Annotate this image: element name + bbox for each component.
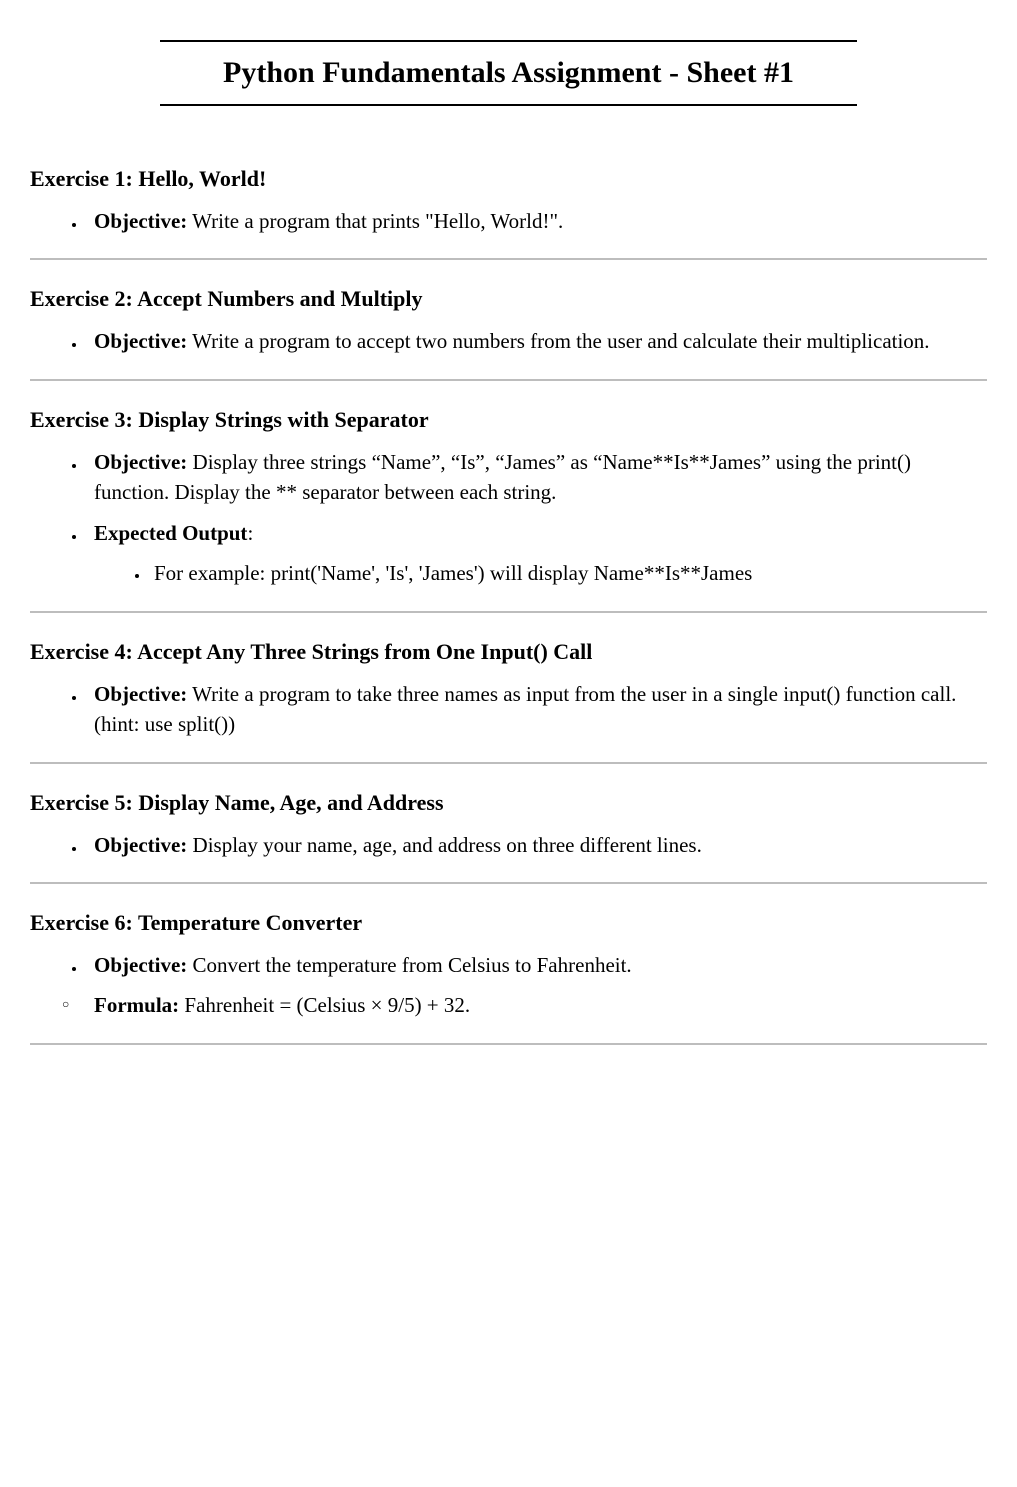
list-item: Expected Output: For example: print('Name… <box>86 518 987 589</box>
exercise-section: Exercise 1: Hello, World! Objective: Writ… <box>30 166 987 236</box>
list-item: Objective: Write a program to take three… <box>86 679 987 740</box>
section-divider <box>30 762 987 764</box>
exercise-list: Objective: Display three strings “Name”,… <box>30 447 987 589</box>
section-divider <box>30 882 987 884</box>
section-divider <box>30 379 987 381</box>
item-label: Expected Output <box>94 521 247 545</box>
exercise-section: Exercise 6: Temperature Converter Objecti… <box>30 910 987 1021</box>
title-rule-bottom <box>160 104 857 106</box>
page-title: Python Fundamentals Assignment - Sheet #… <box>160 56 857 90</box>
exercise-list: Objective: Convert the temperature from … <box>30 950 987 980</box>
item-text: Fahrenheit = (Celsius × 9/5) + 32. <box>179 993 470 1017</box>
exercises-container: Exercise 1: Hello, World! Objective: Writ… <box>30 166 987 1045</box>
exercise-heading: Exercise 5: Display Name, Age, and Addre… <box>30 790 987 816</box>
item-label: Objective: <box>94 450 187 474</box>
list-item: Objective: Convert the temperature from … <box>86 950 987 980</box>
title-block: Python Fundamentals Assignment - Sheet #… <box>30 40 987 106</box>
title-rule-top <box>160 40 857 42</box>
item-label: Objective: <box>94 833 187 857</box>
sub-list-item: For example: print('Name', 'Is', 'James'… <box>150 558 987 588</box>
item-text: Display three strings “Name”, “Is”, “Jam… <box>94 450 911 504</box>
exercise-section: Exercise 3: Display Strings with Separat… <box>30 407 987 589</box>
list-item: Objective: Write a program to accept two… <box>86 326 987 356</box>
section-divider <box>30 1043 987 1045</box>
exercise-heading: Exercise 3: Display Strings with Separat… <box>30 407 987 433</box>
item-label: Objective: <box>94 682 187 706</box>
list-item: Objective: Display three strings “Name”,… <box>86 447 987 508</box>
item-text: Display your name, age, and address on t… <box>187 833 702 857</box>
section-divider <box>30 611 987 613</box>
exercise-heading: Exercise 2: Accept Numbers and Multiply <box>30 286 987 312</box>
sub-list: For example: print('Name', 'Is', 'James'… <box>94 558 987 588</box>
item-label-suffix: : <box>247 521 253 545</box>
list-item: Objective: Write a program that prints "… <box>86 206 987 236</box>
item-label: Objective: <box>94 209 187 233</box>
exercise-list: Objective: Write a program that prints "… <box>30 206 987 236</box>
exercise-list: Formula: Fahrenheit = (Celsius × 9/5) + … <box>30 990 987 1020</box>
item-text: Convert the temperature from Celsius to … <box>187 953 631 977</box>
item-text: Write a program to take three names as i… <box>94 682 956 736</box>
exercise-heading: Exercise 4: Accept Any Three Strings fro… <box>30 639 987 665</box>
exercise-heading: Exercise 1: Hello, World! <box>30 166 987 192</box>
exercise-list: Objective: Display your name, age, and a… <box>30 830 987 860</box>
list-item: Objective: Display your name, age, and a… <box>86 830 987 860</box>
exercise-section: Exercise 5: Display Name, Age, and Addre… <box>30 790 987 860</box>
section-divider <box>30 258 987 260</box>
exercise-list: Objective: Write a program to take three… <box>30 679 987 740</box>
exercise-heading: Exercise 6: Temperature Converter <box>30 910 987 936</box>
exercise-list: Objective: Write a program to accept two… <box>30 326 987 356</box>
item-label: Objective: <box>94 953 187 977</box>
item-text: Write a program to accept two numbers fr… <box>187 329 929 353</box>
list-item: Formula: Fahrenheit = (Celsius × 9/5) + … <box>86 990 987 1020</box>
item-text: Write a program that prints "Hello, Worl… <box>187 209 563 233</box>
item-label: Formula: <box>94 993 179 1017</box>
exercise-section: Exercise 4: Accept Any Three Strings fro… <box>30 639 987 740</box>
exercise-section: Exercise 2: Accept Numbers and Multiply O… <box>30 286 987 356</box>
item-label: Objective: <box>94 329 187 353</box>
